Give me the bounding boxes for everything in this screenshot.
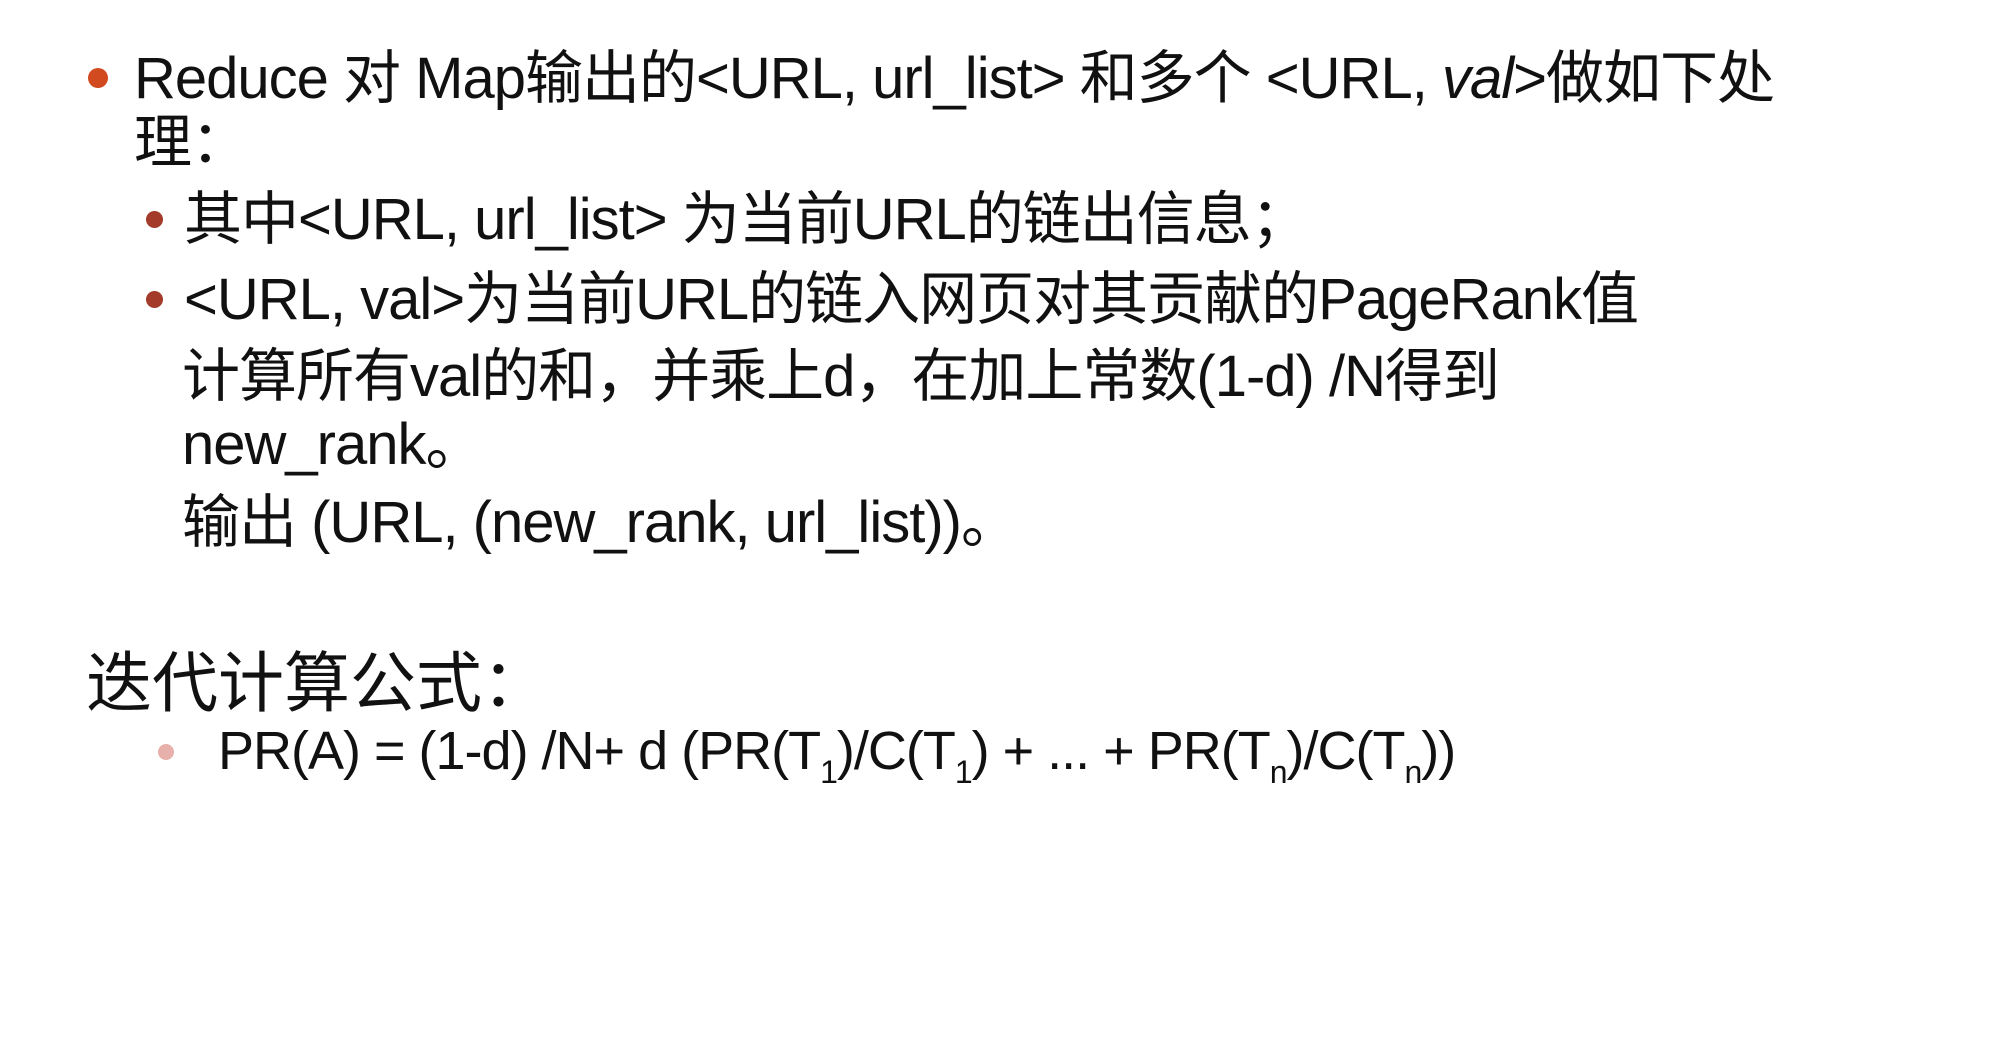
formula-subscript: n <box>1404 754 1422 790</box>
new-rank-paragraph: new_rank。 <box>182 412 483 477</box>
reduce-item-segment-3: >做如下处 <box>1513 46 1775 111</box>
formula-suffix: )) <box>1421 721 1456 781</box>
reduce-item-text: Reduce 对 Map输出的<URL, url_list> 和多个 <URL,… <box>134 46 1775 112</box>
formula-subscript: 1 <box>820 754 838 790</box>
formula-bullet-icon <box>158 744 174 760</box>
sub-bullet-icon <box>146 211 163 228</box>
pagerank-formula: PR(A) = (1-d) /N+ d (PR(T1)/C(T1) + ... … <box>218 720 1456 788</box>
reduce-item-segment-italic: val <box>1441 46 1514 111</box>
iteration-formula-heading: 迭代计算公式： <box>86 646 548 720</box>
bullet-icon <box>88 68 108 88</box>
formula-subscript: 1 <box>954 754 973 790</box>
formula-part: )/C(T <box>836 721 956 781</box>
formula-part: ) + ... + PR(T <box>971 721 1271 781</box>
output-paragraph: 输出 (URL, (new_rank, url_list))。 <box>182 490 1019 555</box>
sub-bullet-icon <box>146 291 163 308</box>
reduce-item-segment-1: Reduce 对 Map输出的<URL, url_list> 和多个 <URL, <box>134 46 1442 111</box>
formula-prefix: PR(A) = (1-d) /N+ d (PR(T <box>218 721 821 781</box>
reduce-item-continuation: 理： <box>134 110 249 175</box>
formula-part: )/C(T <box>1286 721 1406 781</box>
inlink-item-text: <URL, val>为当前URL的链入网页对其贡献的PageRank值 <box>184 267 1639 332</box>
compute-paragraph: 计算所有val的和，并乘上d，在加上常数(1-d) /N得到 <box>182 344 1500 409</box>
outlink-item-text: 其中<URL, url_list> 为当前URL的链出信息； <box>184 187 1309 252</box>
formula-subscript: n <box>1269 754 1288 790</box>
